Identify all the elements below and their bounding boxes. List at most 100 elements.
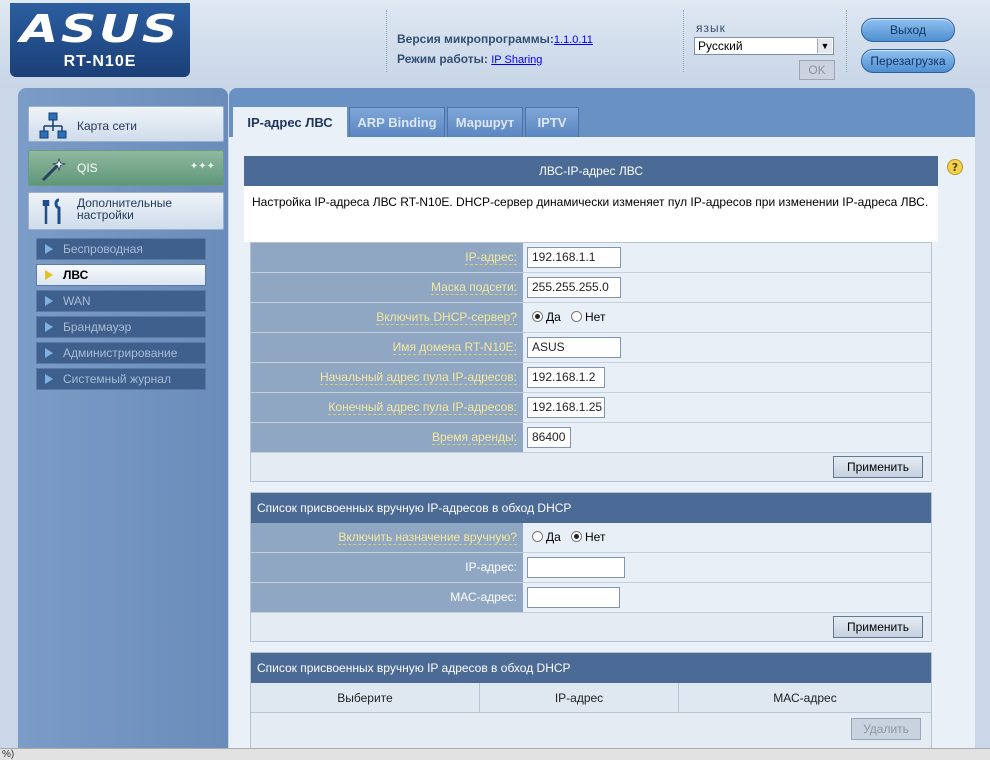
- manual-ip-label: IP-адрес:: [251, 553, 523, 582]
- sidebar-item-label: Беспроводная: [63, 242, 143, 256]
- manual-enable-row: Включить назначение вручную? Да Нет: [251, 523, 931, 553]
- pool-start-label: Начальный адрес пула IP-адресов:: [251, 363, 523, 392]
- page-title: ЛВС-IP-адрес ЛВС: [244, 156, 938, 186]
- asus-logo: ASUS: [20, 7, 180, 51]
- logout-button[interactable]: Выход: [861, 18, 955, 42]
- tab-arp-binding[interactable]: ARP Binding: [349, 107, 445, 137]
- operation-mode-info: Режим работы: IP Sharing: [397, 52, 542, 66]
- pool-start-input[interactable]: 192.168.1.2: [527, 367, 605, 388]
- manual-enable-label: Включить назначение вручную?: [251, 523, 523, 552]
- lease-time-row: Время аренды: 86400: [251, 423, 931, 453]
- domain-name-input[interactable]: ASUS: [527, 337, 621, 358]
- dhcp-no-option[interactable]: Нет: [571, 310, 605, 324]
- arrow-right-icon: [45, 296, 53, 306]
- pool-end-row: Конечный адрес пула IP-адресов: 192.168.…: [251, 393, 931, 423]
- header-divider: [683, 10, 684, 72]
- manual-no-radio[interactable]: [571, 531, 582, 542]
- network-map-icon: [39, 112, 67, 139]
- domain-name-label: Имя домена RT-N10E:: [251, 333, 523, 362]
- manual-list-title: Список присвоенных вручную IP адресов в …: [251, 653, 931, 683]
- model-name: RT-N10E: [63, 53, 137, 70]
- sidebar-item-label: Администрирование: [63, 346, 178, 360]
- header: ASUS RT-N10E Версия микропрограммы:1.1.0…: [0, 0, 990, 88]
- dhcp-enable-label: Включить DHCP-сервер?: [251, 303, 523, 332]
- arrow-right-icon: [45, 322, 53, 332]
- mode-label: Режим работы:: [397, 52, 488, 66]
- arrow-right-icon: [45, 244, 53, 254]
- tab-iptv[interactable]: IPTV: [525, 107, 579, 137]
- manual-mac-row: МАС-адрес:: [251, 583, 931, 613]
- manual-mac-input[interactable]: [527, 587, 620, 608]
- dhcp-no-radio[interactable]: [571, 311, 582, 322]
- sidebar-item-firewall[interactable]: Брандмауэр: [36, 316, 206, 338]
- manual-no-option[interactable]: Нет: [571, 530, 605, 544]
- sidebar-item-label: QIS: [77, 161, 98, 175]
- sparkle-icon: ✦✦✦: [189, 161, 215, 172]
- column-header-mac: МАС-адрес: [679, 683, 931, 713]
- pool-end-label: Конечный адрес пула IP-адресов:: [251, 393, 523, 422]
- arrow-right-icon: [45, 348, 53, 358]
- dhcp-yes-label: Да: [546, 310, 561, 324]
- firmware-label: Версия микропрограммы:: [397, 32, 554, 46]
- help-icon[interactable]: ?: [947, 159, 963, 175]
- delete-button[interactable]: Удалить: [851, 718, 921, 740]
- manual-apply-button[interactable]: Применить: [833, 616, 923, 638]
- manual-yes-label: Да: [546, 530, 561, 544]
- sidebar-item-lan[interactable]: ЛВС: [36, 264, 206, 286]
- dhcp-yes-option[interactable]: Да: [532, 310, 561, 324]
- language-select[interactable]: Русский ▼: [694, 37, 834, 55]
- sidebar-item-wan[interactable]: WAN: [36, 290, 206, 312]
- subnet-mask-row: Маска подсети: 255.255.255.0: [251, 273, 931, 303]
- tools-icon: [42, 198, 61, 224]
- domain-name-row: Имя домена RT-N10E: ASUS: [251, 333, 931, 363]
- sidebar-item-network-map[interactable]: Карта сети: [28, 106, 224, 142]
- lan-apply-button[interactable]: Применить: [833, 456, 923, 478]
- header-divider: [846, 10, 847, 72]
- firmware-version-link[interactable]: 1.1.0.11: [554, 34, 593, 46]
- column-header-ip: IP-адрес: [480, 683, 679, 713]
- sidebar-item-label: Карта сети: [77, 119, 137, 133]
- sidebar-item-wireless[interactable]: Беспроводная: [36, 238, 206, 260]
- lease-time-input[interactable]: 86400: [527, 427, 571, 448]
- reboot-button[interactable]: Перезагрузка: [861, 49, 955, 73]
- asus-logo-box: ASUS RT-N10E: [10, 3, 190, 77]
- pool-end-input[interactable]: 192.168.1.25: [527, 397, 605, 418]
- sidebar-item-advanced-settings[interactable]: Дополнительные настройки: [28, 192, 224, 230]
- tab-lan-ip[interactable]: IP-адрес ЛВС: [233, 107, 347, 139]
- manual-yes-radio[interactable]: [532, 531, 543, 542]
- manual-mac-label: МАС-адрес:: [251, 583, 523, 612]
- lease-time-label: Время аренды:: [251, 423, 523, 452]
- chevron-down-icon[interactable]: ▼: [817, 39, 832, 53]
- dhcp-enable-row: Включить DHCP-сервер? Да Нет: [251, 303, 931, 333]
- sidebar-item-administration[interactable]: Администрирование: [36, 342, 206, 364]
- magic-wand-icon: [41, 157, 67, 182]
- lan-settings-table: IP-адрес: 192.168.1.1 Маска подсети: 255…: [250, 242, 932, 482]
- operation-mode-link[interactable]: IP Sharing: [491, 54, 542, 66]
- arrow-right-icon: [45, 374, 53, 384]
- content-area: IP-адрес ЛВС ARP Binding Маршрут IPTV ? …: [229, 88, 975, 748]
- sidebar-item-label: WAN: [63, 294, 91, 308]
- sidebar-item-qis[interactable]: QIS ✦✦✦: [28, 150, 224, 186]
- manual-assign-table: Список присвоенных вручную IP-адресов в …: [250, 492, 932, 642]
- manual-list-table: Список присвоенных вручную IP адресов в …: [250, 652, 932, 748]
- lan-ip-input[interactable]: 192.168.1.1: [527, 247, 621, 268]
- subnet-mask-input[interactable]: 255.255.255.0: [527, 277, 621, 298]
- manual-ip-input[interactable]: [527, 557, 625, 578]
- sidebar-item-label: Брандмауэр: [63, 320, 132, 334]
- dhcp-no-label: Нет: [585, 310, 606, 324]
- manual-no-label: Нет: [585, 530, 606, 544]
- manual-ip-row: IP-адрес:: [251, 553, 931, 583]
- settings-panel: ? ЛВС-IP-адрес ЛВС Настройка IP-адреса Л…: [229, 137, 975, 748]
- subnet-mask-label: Маска подсети:: [251, 273, 523, 302]
- manual-assign-title: Список присвоенных вручную IP-адресов в …: [251, 493, 931, 523]
- manual-yes-option[interactable]: Да: [532, 530, 561, 544]
- language-label: язык: [696, 21, 726, 35]
- language-selected-value: Русский: [698, 39, 743, 53]
- tab-route[interactable]: Маршрут: [447, 107, 523, 137]
- sidebar-item-label: Системный журнал: [63, 372, 171, 386]
- sidebar-item-system-log[interactable]: Системный журнал: [36, 368, 206, 390]
- column-header-select: Выберите: [251, 683, 480, 713]
- language-ok-button[interactable]: OK: [799, 60, 835, 80]
- dhcp-yes-radio[interactable]: [532, 311, 543, 322]
- sidebar-item-label: Дополнительные настройки: [77, 196, 172, 222]
